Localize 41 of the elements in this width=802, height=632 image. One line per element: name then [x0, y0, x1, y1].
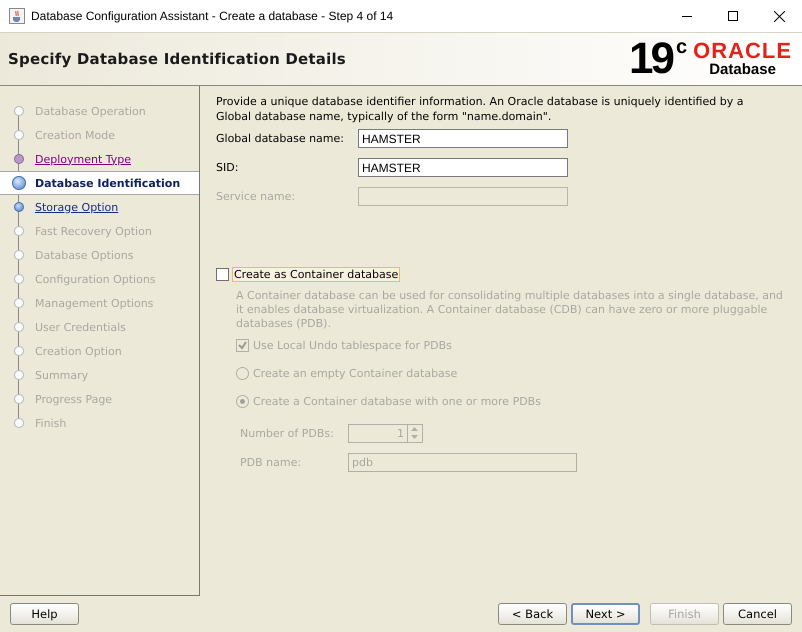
step-label: Creation Option [35, 344, 122, 358]
step-link[interactable]: Storage Option [35, 200, 118, 214]
step-label: Progress Page [35, 392, 112, 406]
description-text: A Container database can be used for consolidating multiple databases into a single database, and it enables database virtualization. A Container database (CDB) can have zero or more pluggable databases (PDB). [236, 289, 784, 331]
page-title: Specify Database Identification Details [8, 50, 347, 68]
field-label: Service name: [216, 190, 296, 203]
field-label: PDB name: [240, 456, 302, 469]
text-field[interactable]: HAMSTER [358, 129, 568, 148]
step-label: Summary [35, 368, 88, 382]
wizard-button[interactable]: < Back [498, 603, 567, 625]
java-cup-icon [9, 8, 25, 24]
option-label: Create a Container database with one or more PDBs [253, 394, 541, 408]
step-link[interactable]: Deployment Type [35, 152, 132, 166]
wizard-button[interactable]: Next > [571, 603, 640, 625]
up-arrow-icon[interactable] [408, 425, 421, 433]
field-label: SID: [216, 161, 240, 174]
option-label: Use Local Undo tablespace for PDBs [253, 338, 452, 352]
step-label: Database Operation [35, 104, 146, 118]
option-label: Create an empty Container database [253, 366, 458, 380]
step-label: Fast Recovery Option [35, 224, 152, 238]
version-suffix: c [676, 37, 688, 57]
step-label: Finish [35, 416, 66, 430]
intro-text: Provide a unique database identifier information. An Oracle database is uniquely identified by a Global database name, typically of the form "name.domain". [216, 94, 744, 124]
brand-logo: ORACLE [693, 40, 792, 62]
maximize-icon[interactable] [728, 11, 738, 21]
window-title: Database Configuration Assistant - Create a database - Step 4 of 14 [31, 9, 394, 23]
current-step: Database Identification [35, 176, 180, 190]
product-name: Database [709, 62, 776, 78]
step-label: User Credentials [35, 320, 126, 334]
step-label: Database Options [35, 248, 134, 262]
down-arrow-icon[interactable] [408, 433, 421, 441]
step-label: Management Options [35, 296, 154, 310]
field-label: Number of PDBs: [240, 427, 335, 440]
text-field[interactable]: HAMSTER [358, 158, 568, 177]
version-number: 19 [629, 37, 672, 81]
wizard-button[interactable]: Cancel [723, 603, 792, 625]
close-icon[interactable] [774, 10, 784, 22]
step-label: Creation Mode [35, 128, 116, 142]
help-button[interactable]: Help [10, 603, 79, 625]
step-label: Configuration Options [35, 272, 156, 286]
field-label: Global database name: [216, 132, 345, 145]
